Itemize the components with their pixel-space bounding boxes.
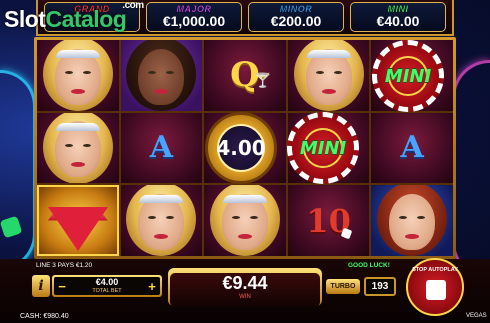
symbol-lady-blonde bbox=[120, 185, 203, 256]
symbol-q: Q 🍸 bbox=[204, 40, 286, 111]
symbol-lady-blonde bbox=[287, 40, 370, 111]
stop-autoplay-label: STOP AUTOPLAY bbox=[412, 267, 458, 273]
mini-chip-label: MINI bbox=[299, 137, 347, 159]
logo-part-b: Catalog bbox=[45, 6, 127, 32]
tiara-icon bbox=[55, 50, 100, 58]
cash-balance: CASH: €980.40 bbox=[20, 313, 69, 320]
logo-suffix: .com bbox=[122, 0, 144, 12]
gold-chip-value: 4.00 bbox=[216, 135, 266, 160]
win-display: €9.44 WIN bbox=[168, 268, 322, 307]
neon-sign-left bbox=[0, 70, 36, 270]
win-line-text: LINE 3 PAYS €1.20 bbox=[36, 262, 93, 269]
autoplay-counter: 193 bbox=[364, 277, 396, 296]
stop-autoplay-button[interactable]: STOP AUTOPLAY bbox=[406, 258, 464, 316]
total-bet-value: €4.00 bbox=[95, 276, 119, 287]
face bbox=[138, 48, 185, 105]
good-luck-text: GOOD LUCK! bbox=[348, 262, 390, 269]
tiara-icon bbox=[55, 122, 100, 131]
tiara-icon bbox=[222, 195, 267, 204]
mini-chip-middle: MINI bbox=[287, 112, 359, 184]
bet-increase-button[interactable]: + bbox=[147, 279, 157, 294]
win-amount: €9.44 bbox=[222, 273, 268, 293]
symbol-a: A bbox=[120, 112, 203, 184]
jackpot-mini: MINI €40.00 bbox=[350, 2, 446, 32]
mini-chip-label: MINI bbox=[384, 65, 432, 87]
logo-part-a: Slot bbox=[4, 6, 46, 32]
diamond-icon bbox=[47, 206, 108, 251]
symbol-lady-blonde bbox=[37, 40, 119, 111]
bet-decrease-button[interactable]: − bbox=[57, 279, 67, 294]
jackpot-mini-value: €40.00 bbox=[376, 13, 420, 29]
win-label: WIN bbox=[239, 294, 251, 300]
letter-a: A bbox=[149, 130, 174, 166]
symbol-lady-dark bbox=[120, 40, 203, 111]
mini-chip-top: MINI bbox=[372, 40, 444, 112]
vegas-label: VEGAS bbox=[466, 313, 487, 319]
tiara-icon bbox=[306, 50, 351, 58]
jackpot-major-value: €1,000.00 bbox=[162, 13, 226, 29]
total-bet-label: TOTAL BET bbox=[92, 287, 122, 294]
neon-sign-right bbox=[452, 60, 490, 280]
symbol-lady-blonde bbox=[37, 112, 119, 184]
stop-icon bbox=[426, 280, 446, 300]
jackpot-major: MAJOR €1,000.00 bbox=[146, 2, 242, 32]
watermark-logo: SlotCatalog.com bbox=[4, 0, 148, 33]
face bbox=[389, 194, 436, 251]
symbol-lady-red bbox=[371, 185, 453, 256]
symbol-a: A bbox=[371, 112, 453, 184]
symbol-lady-blonde bbox=[204, 185, 286, 256]
letter-ten: 10 bbox=[306, 201, 351, 240]
jackpot-minor-value: €200.00 bbox=[270, 13, 322, 29]
bet-selector: − €4.00 TOTAL BET + bbox=[52, 275, 162, 297]
gold-value-chip: 4.00 bbox=[205, 112, 277, 184]
symbol-ten: 10 bbox=[287, 185, 370, 256]
letter-a: A bbox=[400, 130, 424, 166]
letter-q: Q bbox=[230, 55, 260, 96]
info-button[interactable]: i bbox=[32, 275, 50, 297]
cocktail-icon: 🍸 bbox=[254, 71, 272, 88]
turbo-button[interactable]: TURBO bbox=[326, 279, 360, 294]
symbol-diamond bbox=[37, 185, 119, 256]
tiara-icon bbox=[139, 195, 184, 204]
jackpot-minor: MINOR €200.00 bbox=[248, 2, 344, 32]
